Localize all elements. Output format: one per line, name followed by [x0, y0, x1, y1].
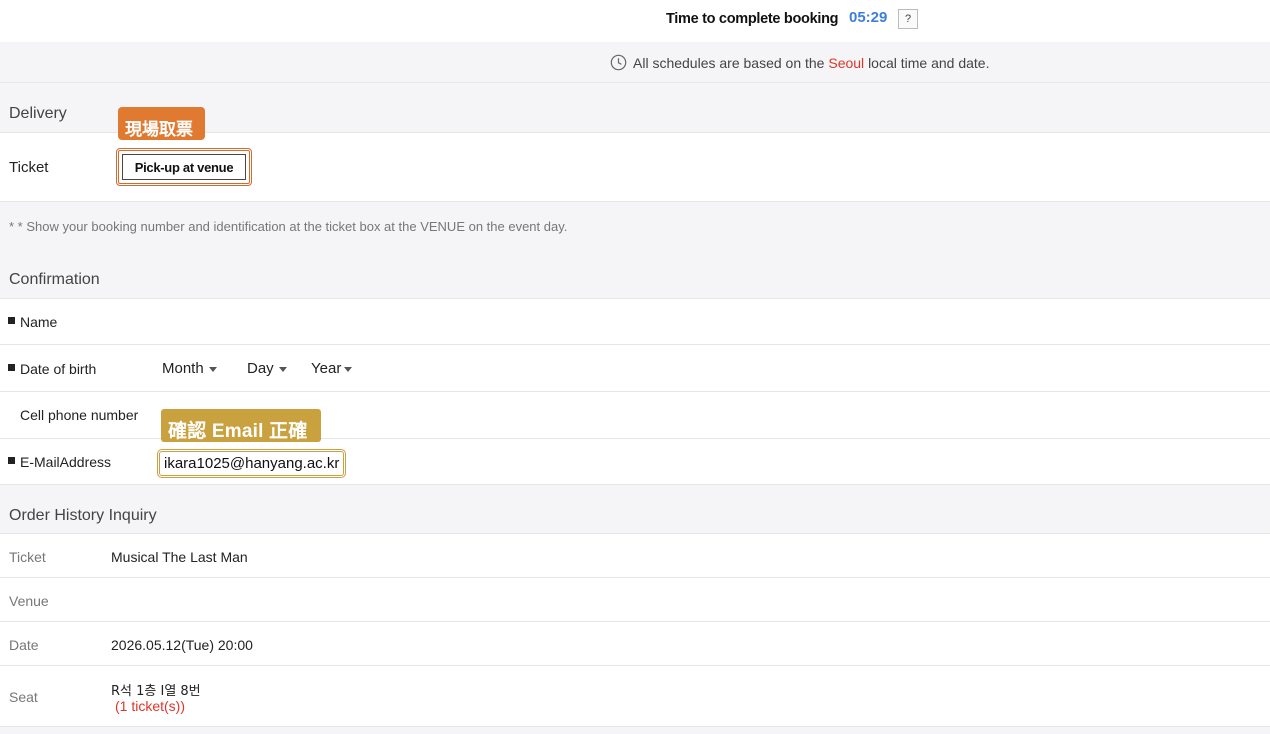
inquiry-seat-label: Seat: [9, 689, 38, 705]
pickup-annotation-badge: 現場取票: [118, 107, 205, 140]
inquiry-date-row: Date 2026.05.12(Tue) 20:00: [0, 622, 1270, 666]
inquiry-ticket-row: Ticket Musical The Last Man: [0, 534, 1270, 578]
inquiry-venue-label: Venue: [9, 593, 49, 609]
email-field[interactable]: ikara1025@hanyang.ac.kr: [157, 449, 346, 478]
email-label: E-MailAddress: [20, 454, 112, 470]
inquiry-venue-row: Venue: [0, 578, 1270, 622]
phone-label: Cell phone number: [20, 407, 139, 423]
required-marker: [8, 457, 15, 464]
inquiry-seat-value: R석 1층 I열 8번: [111, 684, 201, 699]
dob-day-select[interactable]: Day: [247, 360, 287, 377]
pickup-at-venue-button[interactable]: Pick-up at venue: [116, 148, 252, 186]
dob-month-value: Month: [162, 360, 204, 377]
chevron-down-icon: [208, 366, 217, 372]
name-row: Name: [0, 299, 1270, 345]
inquiry-seat-row: Seat R석 1층 I열 8번 (1 ticket(s)): [0, 666, 1270, 727]
delivery-notice: * * Show your booking number and identif…: [0, 202, 1270, 259]
dob-label: Date of birth: [20, 361, 97, 377]
dob-day-value: Day: [247, 360, 274, 377]
inquiry-ticket-value: Musical The Last Man: [111, 549, 248, 565]
order-history-title: Order History Inquiry: [9, 507, 157, 524]
timezone-prefix: All schedules are based on the: [633, 55, 825, 71]
timer-label: Time to complete booking: [666, 11, 839, 27]
page-footer-spacer: [0, 727, 1270, 734]
timezone-city: Seoul: [828, 55, 865, 71]
booking-timer-bar: Time to complete booking 05:29 ?: [0, 0, 1270, 42]
timer-countdown: 05:29: [849, 9, 888, 26]
name-label: Name: [20, 314, 58, 330]
delivery-ticket-label: Ticket: [9, 159, 49, 176]
required-marker: [8, 364, 15, 371]
inquiry-date-label: Date: [9, 637, 39, 653]
required-marker: [8, 317, 15, 324]
inquiry-ticket-count: (1 ticket(s)): [115, 698, 185, 714]
confirmation-section-header: Confirmation: [0, 259, 1270, 299]
chevron-down-icon: [278, 366, 287, 372]
timezone-suffix: local time and date.: [868, 55, 990, 71]
pickup-button-label: Pick-up at venue: [122, 154, 246, 180]
dob-year-value: Year: [311, 360, 342, 377]
dob-month-select[interactable]: Month: [162, 360, 217, 377]
delivery-title: Delivery: [9, 105, 67, 122]
email-annotation-badge: 確認 Email 正確: [161, 409, 321, 442]
timezone-notice: All schedules are based on the Seoul loc…: [0, 42, 1270, 83]
dob-year-select[interactable]: Year: [311, 360, 353, 377]
delivery-notice-text: * * Show your booking number and identif…: [9, 219, 568, 234]
timezone-text: All schedules are based on the Seoul loc…: [633, 55, 989, 71]
clock-icon: [610, 54, 627, 71]
order-history-section-header: Order History Inquiry: [0, 485, 1270, 534]
inquiry-date-value: 2026.05.12(Tue) 20:00: [111, 637, 253, 653]
chevron-down-icon: [344, 366, 353, 372]
confirmation-title: Confirmation: [9, 271, 100, 288]
inquiry-ticket-label: Ticket: [9, 549, 46, 565]
timer-help-button[interactable]: ?: [898, 9, 918, 29]
